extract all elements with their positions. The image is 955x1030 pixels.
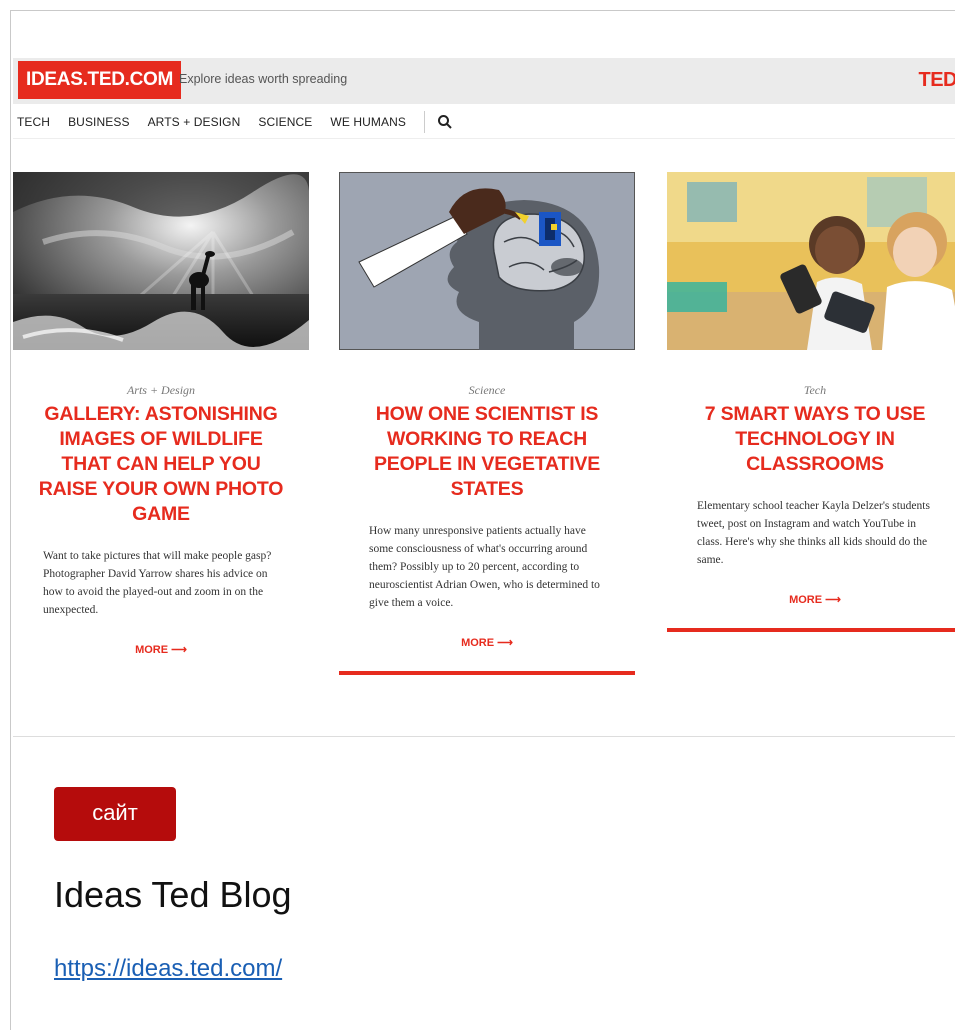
article-image-brain[interactable] [339, 172, 635, 350]
site-logo[interactable]: IDEAS.TED.COM [18, 61, 181, 99]
more-link[interactable]: MORE ⟶ [13, 643, 309, 656]
nav-item-we-humans[interactable]: WE HUMANS [330, 115, 406, 129]
article-image-wildlife[interactable] [13, 172, 309, 350]
site-tagline: Explore ideas worth spreading [179, 72, 347, 86]
website-screenshot: IDEAS.TED.COM Explore ideas worth spread… [13, 58, 955, 678]
card-title: Ideas Ted Blog [54, 874, 292, 916]
article-card: Arts + Design GALLERY: ASTONISHING IMAGE… [13, 172, 309, 678]
section-divider [13, 736, 955, 737]
article-rule [667, 628, 955, 632]
search-icon[interactable] [437, 114, 453, 130]
article-image-classroom[interactable] [667, 172, 955, 350]
more-link[interactable]: MORE ⟶ [339, 636, 635, 649]
article-category[interactable]: Science [339, 383, 635, 398]
site-header: IDEAS.TED.COM Explore ideas worth spread… [13, 58, 955, 104]
article-rule [339, 671, 635, 675]
article-card: Tech 7 SMART WAYS TO USE TECHNOLOGY IN C… [667, 172, 955, 632]
nav-item-tech[interactable]: TECH [17, 115, 50, 129]
article-category[interactable]: Arts + Design [13, 383, 309, 398]
more-link[interactable]: MORE ⟶ [667, 593, 955, 606]
article-description: Want to take pictures that will make peo… [43, 547, 279, 619]
nav-divider [13, 138, 955, 139]
nav-item-arts-design[interactable]: ARTS + DESIGN [148, 115, 241, 129]
nav-item-business[interactable]: BUSINESS [68, 115, 130, 129]
article-headline[interactable]: GALLERY: ASTONISHING IMAGES OF WILDLIFE … [36, 402, 286, 527]
article-description: How many unresponsive patients actually … [369, 522, 605, 612]
article-description: Elementary school teacher Kayla Delzer's… [697, 497, 933, 569]
site-badge[interactable]: сайт [54, 787, 176, 841]
nav-item-science[interactable]: SCIENCE [258, 115, 312, 129]
site-url-link[interactable]: https://ideas.ted.com/ [54, 955, 282, 983]
article-card: Science HOW ONE SCIENTIST IS WORKING TO … [339, 172, 635, 675]
ted-brand-logo[interactable]: TED [919, 69, 955, 92]
article-category[interactable]: Tech [667, 383, 955, 398]
nav-separator [424, 111, 425, 133]
main-nav: TECH BUSINESS ARTS + DESIGN SCIENCE WE H… [17, 112, 453, 132]
article-headline[interactable]: 7 SMART WAYS TO USE TECHNOLOGY IN CLASSR… [690, 402, 940, 477]
article-headline[interactable]: HOW ONE SCIENTIST IS WORKING TO REACH PE… [362, 402, 612, 502]
